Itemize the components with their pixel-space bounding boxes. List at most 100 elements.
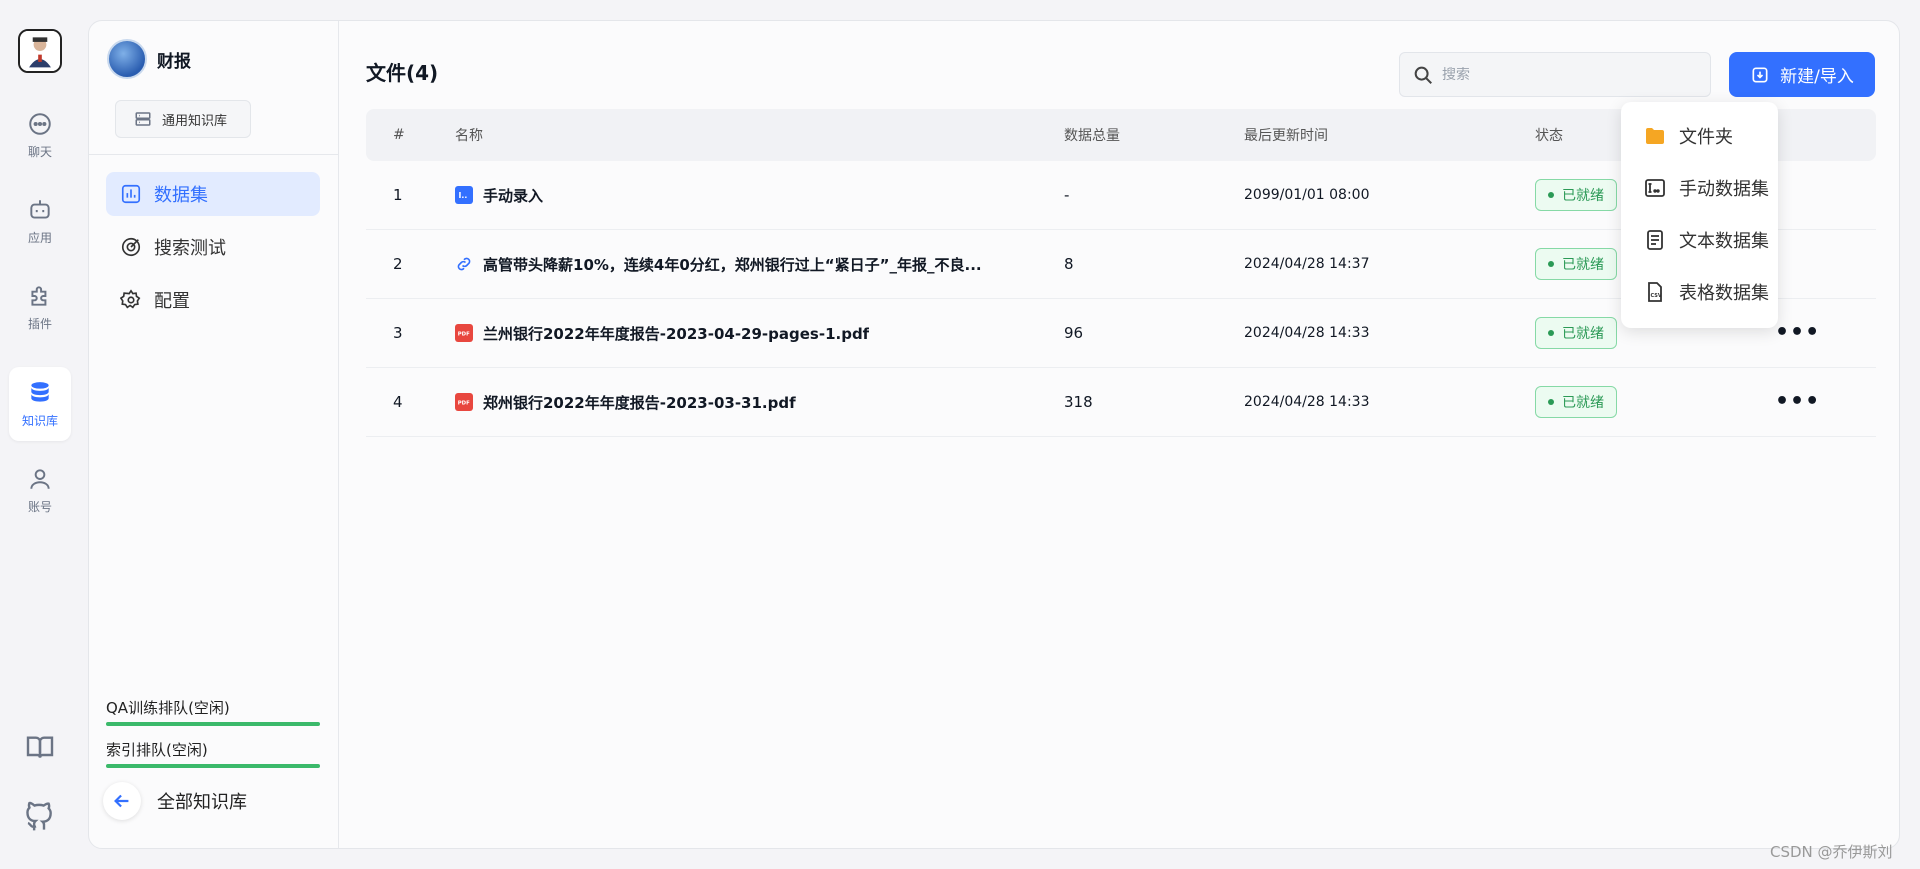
menu-item-csv-dataset[interactable]: CSV 表格数据集 <box>1621 266 1778 318</box>
server-icon <box>135 112 151 126</box>
index-queue-progress <box>106 764 320 768</box>
row-updated: 2024/04/28 14:33 <box>1244 394 1370 410</box>
kb-name: 财报 <box>157 51 191 72</box>
rail-item-chat[interactable]: 聊天 <box>9 98 71 172</box>
row-total: - <box>1064 186 1070 204</box>
rail-item-label: 插件 <box>27 316 52 331</box>
kb-type-label: 通用知识库 <box>162 113 228 129</box>
gear-icon <box>120 289 141 309</box>
status-label: 已就绪 <box>1562 188 1604 204</box>
more-actions-icon[interactable]: ••• <box>1775 389 1820 414</box>
svg-text:CSV: CSV <box>1651 293 1662 299</box>
row-updated: 2024/04/28 14:37 <box>1244 256 1370 272</box>
new-import-menu: 文件夹 手动数据集 文本数据集 CSV 表格数据集 <box>1621 102 1778 328</box>
nav-item-dataset[interactable]: 数据集 <box>106 172 320 216</box>
docs-button[interactable] <box>24 731 56 763</box>
rail-item-apps[interactable]: 应用 <box>9 184 71 258</box>
menu-item-folder[interactable]: 文件夹 <box>1621 110 1778 162</box>
svg-text:I..: I.. <box>459 191 468 200</box>
status-badge: 已就绪 <box>1535 386 1617 418</box>
robot-icon <box>30 199 50 219</box>
status-badge: 已就绪 <box>1535 248 1617 280</box>
back-arrow-icon <box>103 782 141 820</box>
row-name[interactable]: 高管带头降薪10%，连续4年0分红，郑州银行过上“紧日子”_年报_不良... <box>483 254 982 275</box>
row-total: 8 <box>1064 255 1074 273</box>
kb-header: 财报 <box>107 39 191 79</box>
menu-item-label: 文件夹 <box>1679 127 1733 148</box>
rail-item-label: 知识库 <box>21 413 58 428</box>
row-name[interactable]: 手动录入 <box>483 185 543 206</box>
nav-item-search-test[interactable]: 搜索测试 <box>106 225 320 269</box>
kb-type-tag: 通用知识库 <box>115 100 251 138</box>
search-input[interactable] <box>1442 66 1702 83</box>
github-button[interactable] <box>24 801 56 833</box>
manual-input-icon: I.. <box>455 186 473 204</box>
back-label: 全部知识库 <box>157 792 247 813</box>
user-icon <box>30 468 50 489</box>
row-name[interactable]: 兰州银行2022年年度报告-2023-04-29-pages-1.pdf <box>483 323 869 344</box>
row-total: 96 <box>1064 324 1084 342</box>
menu-item-label: 表格数据集 <box>1679 283 1769 304</box>
watermark: CSDN @乔伊斯刘 <box>1770 843 1893 861</box>
rail-item-label: 账号 <box>27 499 52 514</box>
bar-chart-icon <box>121 184 141 204</box>
target-icon <box>121 237 141 257</box>
menu-item-manual-dataset[interactable]: 手动数据集 <box>1621 162 1778 214</box>
rail-item-label: 聊天 <box>27 144 52 159</box>
import-icon <box>1752 67 1768 82</box>
pdf-icon: PDF <box>455 324 473 342</box>
index-queue-status: 索引排队(空闲) <box>106 739 320 768</box>
index-queue-label: 索引排队(空闲) <box>106 741 208 759</box>
menu-item-label: 文本数据集 <box>1679 231 1769 252</box>
col-name: 名称 <box>455 128 483 144</box>
user-avatar[interactable] <box>18 29 62 73</box>
nav-item-label: 数据集 <box>154 185 208 206</box>
new-import-label: 新建/导入 <box>1780 67 1854 87</box>
github-icon <box>26 801 52 831</box>
qa-queue-status: QA训练排队(空闲) <box>106 697 320 726</box>
rail-item-account[interactable]: 账号 <box>9 453 71 527</box>
col-total: 数据总量 <box>1064 128 1120 144</box>
book-icon <box>26 736 54 758</box>
qa-queue-label: QA训练排队(空闲) <box>106 699 230 717</box>
pdf-icon: PDF <box>455 393 473 411</box>
kb-sidebar: 财报 通用知识库 数据集 搜索测试 配置 QA训练排队(空闲) 索引排队(空闲) <box>89 21 339 848</box>
rail-item-plugins[interactable]: 插件 <box>9 270 71 344</box>
manual-dataset-icon <box>1645 179 1665 197</box>
link-icon <box>455 255 473 273</box>
svg-text:PDF: PDF <box>458 401 470 407</box>
csv-dataset-icon: CSV <box>1648 282 1662 302</box>
row-total: 318 <box>1064 393 1093 411</box>
row-index: 1 <box>393 186 403 204</box>
menu-item-text-dataset[interactable]: 文本数据集 <box>1621 214 1778 266</box>
search-box[interactable] <box>1399 52 1711 97</box>
database-icon <box>31 381 49 402</box>
rail-item-label: 应用 <box>27 230 52 245</box>
row-updated: 2024/04/28 14:33 <box>1244 325 1370 341</box>
back-to-all-kb[interactable]: 全部知识库 <box>103 782 247 820</box>
status-label: 已就绪 <box>1562 257 1604 273</box>
row-index: 2 <box>393 255 403 273</box>
row-updated: 2099/01/01 08:00 <box>1244 187 1370 203</box>
search-icon <box>1414 66 1432 84</box>
puzzle-icon <box>31 285 47 306</box>
more-actions-icon[interactable]: ••• <box>1775 320 1820 345</box>
menu-item-label: 手动数据集 <box>1679 179 1769 200</box>
table-row[interactable]: 4 PDF 郑州银行2022年年度报告-2023-03-31.pdf 318 2… <box>366 368 1876 437</box>
nav-item-config[interactable]: 配置 <box>106 278 320 322</box>
left-rail: 聊天 应用 插件 知识库 账号 <box>0 0 80 869</box>
col-index: # <box>393 127 405 143</box>
status-label: 已就绪 <box>1562 326 1604 342</box>
chat-icon <box>29 112 51 135</box>
text-dataset-icon <box>1647 230 1663 250</box>
row-index: 4 <box>393 393 403 411</box>
rail-item-knowledge-base[interactable]: 知识库 <box>9 367 71 441</box>
nav-item-label: 配置 <box>154 291 190 312</box>
page-title: 文件(4) <box>366 61 439 85</box>
row-name[interactable]: 郑州银行2022年年度报告-2023-03-31.pdf <box>483 392 796 413</box>
kb-avatar <box>107 39 147 79</box>
new-import-button[interactable]: 新建/导入 <box>1729 52 1875 97</box>
folder-icon <box>1646 128 1664 144</box>
status-badge: 已就绪 <box>1535 317 1617 349</box>
qa-queue-progress <box>106 722 320 726</box>
